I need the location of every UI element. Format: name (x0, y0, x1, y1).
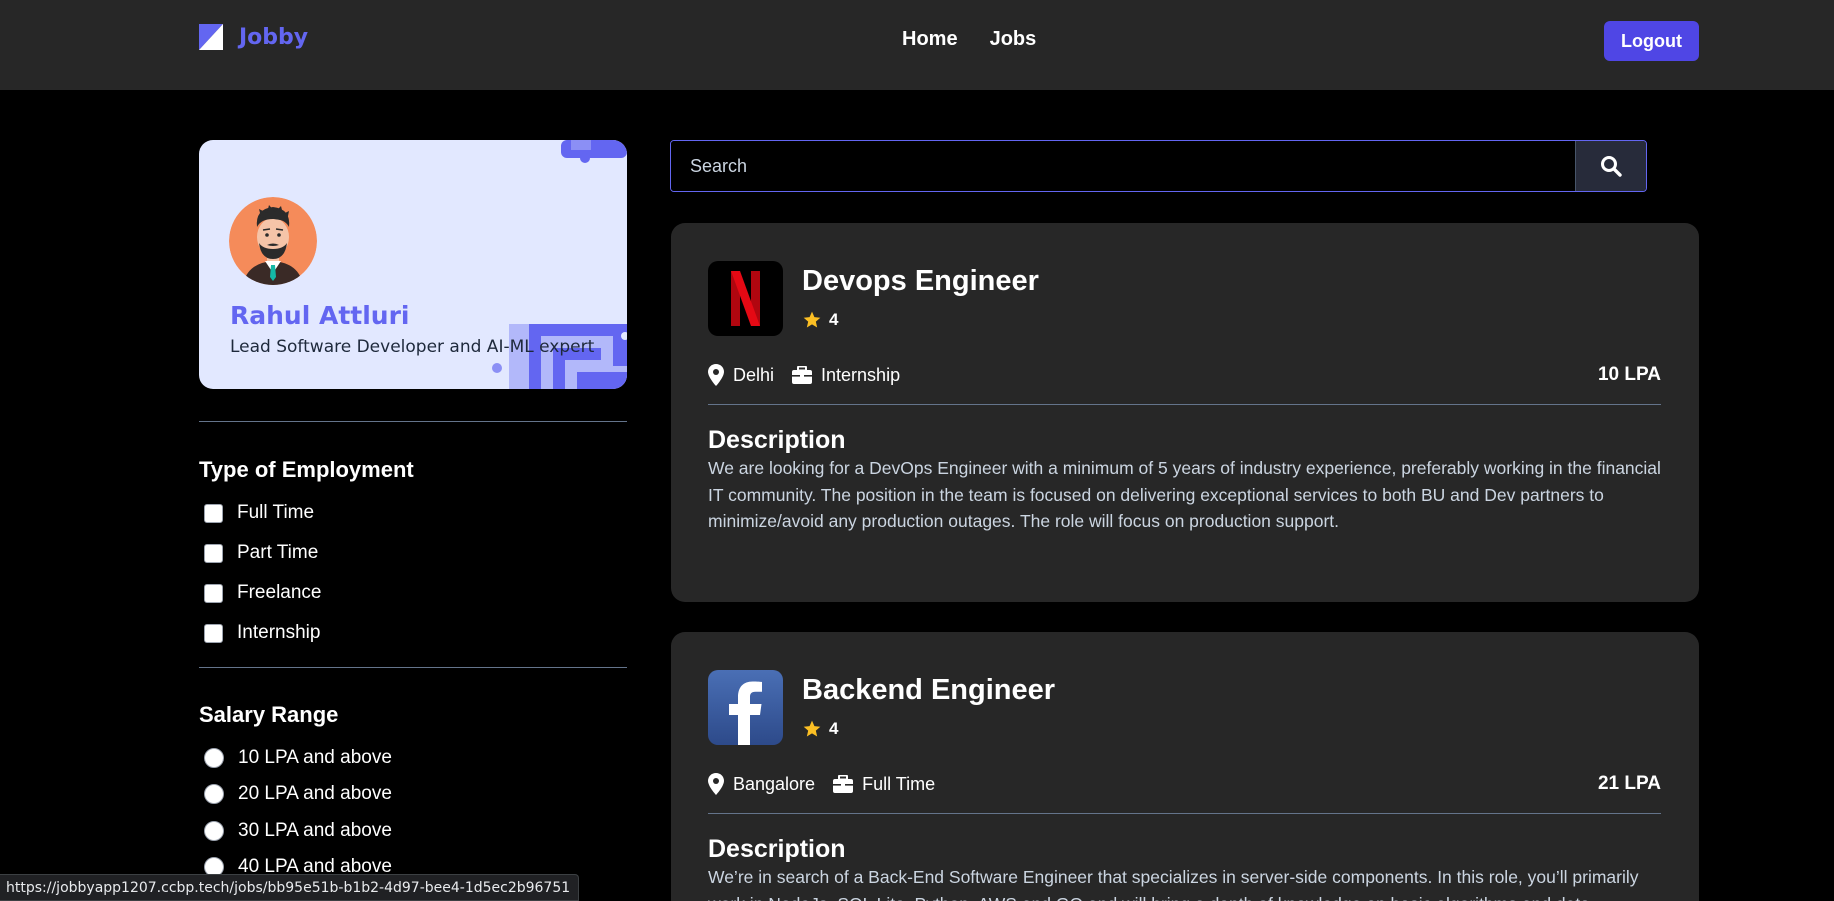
job-meta: Delhi Internship (708, 364, 900, 386)
filter-freelance[interactable]: Freelance (204, 582, 322, 604)
internship-checkbox[interactable] (204, 623, 223, 643)
description-heading: Description (708, 835, 846, 863)
salary-label: 20 LPA and above (238, 783, 392, 804)
jobby-logo-icon (199, 24, 223, 50)
salary-10-radio[interactable] (204, 748, 224, 768)
job-title: Devops Engineer (802, 265, 1039, 297)
logout-button[interactable]: Logout (1604, 21, 1699, 61)
logo-link[interactable]: Jobby (199, 22, 308, 52)
job-rating: 4 (802, 310, 838, 330)
job-description: We are looking for a DevOps Engineer wit… (708, 458, 1661, 531)
briefcase-icon (833, 775, 854, 793)
facebook-logo-icon (708, 670, 783, 745)
filter-label: Internship (237, 622, 321, 643)
company-logo (708, 670, 783, 745)
profile-bio: Lead Software Developer and AI-ML expert (230, 337, 595, 357)
filter-internship[interactable]: Internship (204, 622, 320, 644)
job-card[interactable]: Backend Engineer 4 Bangalore Full Time 2… (671, 632, 1699, 901)
salary-30-radio[interactable] (204, 821, 224, 841)
filter-full-time[interactable]: Full Time (204, 502, 314, 524)
profile-name: Rahul Attluri (230, 301, 410, 330)
job-type-text: Full Time (862, 773, 936, 794)
filter-label: Freelance (237, 582, 322, 603)
description-heading: Description (708, 426, 846, 454)
job-location: Delhi (708, 364, 774, 386)
job-title: Backend Engineer (802, 674, 1056, 706)
filter-part-time[interactable]: Part Time (204, 542, 318, 564)
employment-filter-title: Type of Employment (199, 457, 414, 482)
search-button[interactable] (1575, 141, 1646, 191)
salary-option-30[interactable]: 30 LPA and above (204, 820, 392, 842)
divider (199, 667, 627, 668)
avatar (229, 197, 317, 285)
briefcase-icon (792, 366, 813, 384)
job-package: 21 LPA (1597, 773, 1661, 794)
location-text: Bangalore (733, 773, 816, 794)
company-logo (708, 261, 783, 336)
profile-card: Rahul Attluri Lead Software Developer an… (199, 140, 627, 389)
divider (708, 813, 1661, 814)
job-rating: 4 (802, 719, 838, 739)
divider (199, 421, 627, 422)
filter-label: Part Time (237, 542, 319, 563)
location-text: Delhi (733, 364, 775, 385)
nav-link-home[interactable]: Home (902, 28, 958, 51)
location-pin-icon (708, 773, 724, 795)
salary-filter-title: Salary Range (199, 702, 339, 727)
nav-link-jobs[interactable]: Jobs (990, 28, 1037, 51)
salary-20-radio[interactable] (204, 784, 224, 804)
search-bar (670, 140, 1647, 192)
job-type: Internship (792, 365, 900, 386)
search-input[interactable] (671, 141, 1575, 191)
star-icon (803, 720, 821, 737)
navbar: Jobby Home Jobs Logout (0, 0, 1834, 90)
salary-label: 30 LPA and above (238, 820, 392, 841)
logo-text: Jobby (239, 24, 309, 50)
job-package: 10 LPA (1597, 364, 1661, 385)
nav-links: Home Jobs (902, 28, 1036, 51)
netflix-logo-icon (708, 261, 783, 336)
job-type: Full Time (833, 774, 935, 795)
search-icon (1601, 156, 1622, 177)
rating-value: 4 (829, 310, 839, 329)
rating-value: 4 (829, 719, 839, 738)
salary-option-10[interactable]: 10 LPA and above (204, 747, 392, 769)
job-type-text: Internship (821, 364, 901, 385)
job-description: We’re in search of a Back-End Software E… (708, 867, 1639, 901)
full-time-checkbox[interactable] (204, 503, 223, 523)
divider (708, 404, 1661, 405)
filter-label: Full Time (237, 502, 315, 523)
star-icon (803, 311, 821, 328)
salary-label: 10 LPA and above (238, 747, 392, 768)
freelance-checkbox[interactable] (204, 583, 223, 603)
location-pin-icon (708, 364, 724, 386)
job-card[interactable]: Devops Engineer 4 Delhi Internship 10 LP… (671, 223, 1699, 602)
browser-status-url: https://jobbyapp1207.ccbp.tech/jobs/bb95… (0, 874, 580, 901)
salary-option-20[interactable]: 20 LPA and above (204, 783, 392, 805)
job-meta: Bangalore Full Time (708, 773, 935, 795)
job-location: Bangalore (708, 773, 815, 795)
part-time-checkbox[interactable] (204, 543, 223, 563)
